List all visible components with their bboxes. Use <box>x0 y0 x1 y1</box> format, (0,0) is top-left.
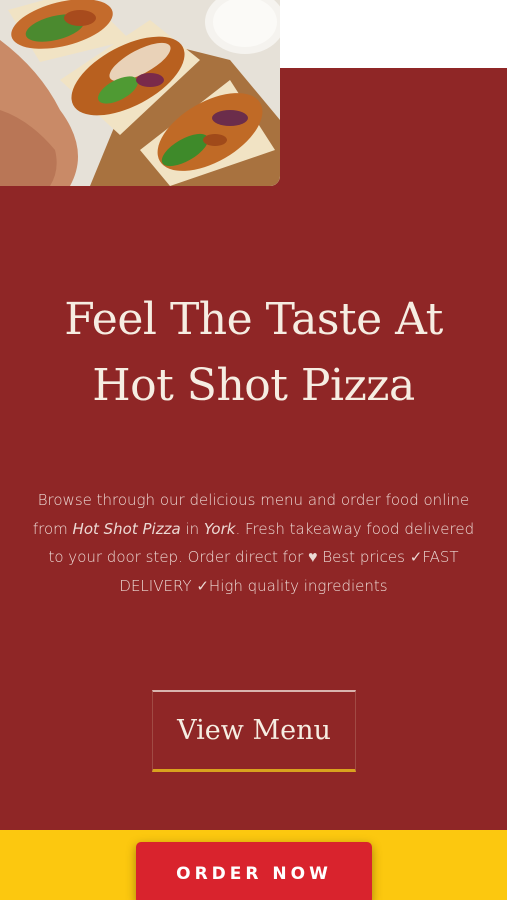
page: Feel The Taste At Hot Shot Pizza Browse … <box>0 0 507 900</box>
heart-icon: ♥ <box>308 547 318 566</box>
view-menu-button[interactable]: View Menu <box>152 690 356 772</box>
order-bar: ORDER NOW <box>0 830 507 900</box>
headline-line-1: Feel The Taste At <box>64 294 443 345</box>
intro-text-2: in <box>180 519 204 538</box>
view-menu-label: View Menu <box>177 715 331 746</box>
hero-headline: Feel The Taste At Hot Shot Pizza <box>20 287 487 419</box>
food-photo <box>0 0 280 186</box>
order-now-label: ORDER NOW <box>176 864 332 884</box>
restaurant-name: Hot Shot Pizza <box>72 519 181 538</box>
wraps-illustration <box>0 0 280 186</box>
city-name: York <box>203 519 236 538</box>
order-now-button[interactable]: ORDER NOW <box>136 842 372 900</box>
hero-description: Browse through our delicious menu and or… <box>32 486 475 600</box>
headline-line-2: Hot Shot Pizza <box>92 360 415 411</box>
